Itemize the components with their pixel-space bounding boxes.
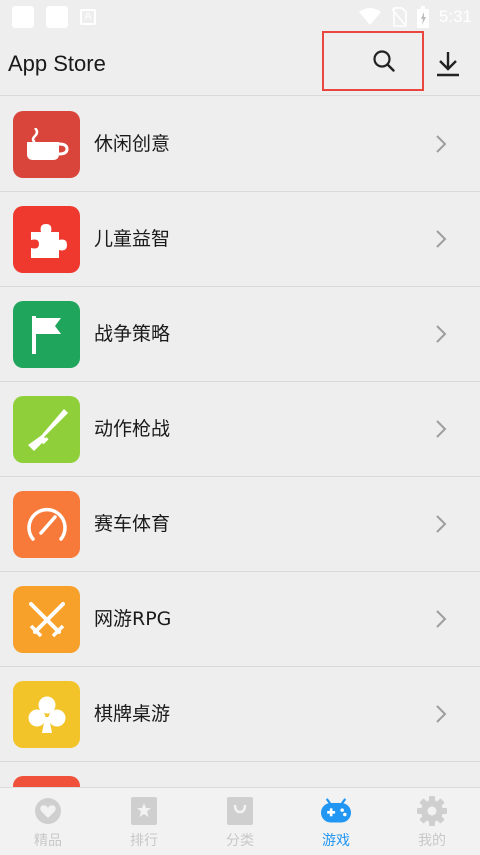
chevron-right-icon: [436, 230, 447, 248]
search-button[interactable]: [322, 31, 424, 91]
gamepad-icon: [321, 796, 351, 826]
nav-label: 排行: [130, 833, 158, 849]
status-bar: A 5:31: [0, 0, 480, 34]
ranking-icon: [129, 796, 159, 826]
category-label: 棋牌桌游: [94, 703, 171, 725]
page-title: App Store: [8, 51, 106, 76]
search-icon: [373, 50, 395, 72]
app-header: App Store: [0, 31, 480, 96]
chevron-right-icon: [436, 515, 447, 533]
puzzle-icon: [13, 206, 80, 273]
chevron-right-icon: [436, 325, 447, 343]
flag-icon: [13, 301, 80, 368]
chevron-right-icon: [436, 420, 447, 438]
category-icon: [13, 776, 80, 787]
category-label: 赛车体育: [94, 513, 171, 535]
notification-icon: [46, 6, 68, 28]
nav-tab-featured[interactable]: 精品: [0, 788, 96, 855]
notification-icon: [12, 6, 34, 28]
club-icon: [13, 681, 80, 748]
heart-icon: [33, 796, 63, 826]
notification-letter-icon: A: [80, 9, 96, 25]
chevron-right-icon: [436, 705, 447, 723]
wifi-icon: [358, 8, 381, 25]
battery-icon: [416, 6, 429, 28]
category-list: 休闲创意 儿童益智 战争策略 动作枪战 赛车体育 网游RPG 棋牌桌游: [0, 97, 480, 787]
nav-tab-ranking[interactable]: 排行: [96, 788, 192, 855]
speedometer-icon: [13, 491, 80, 558]
category-label: 网游RPG: [94, 608, 172, 630]
category-label: 动作枪战: [94, 418, 171, 440]
bag-icon: [225, 796, 255, 826]
clock: 5:31: [438, 7, 472, 26]
category-label: 战争策略: [94, 323, 171, 345]
nav-label: 我的: [418, 833, 446, 849]
chevron-right-icon: [436, 135, 447, 153]
gear-icon: [417, 796, 447, 826]
category-item-rpg[interactable]: 网游RPG: [0, 572, 480, 667]
category-item-racing[interactable]: 赛车体育: [0, 477, 480, 572]
chevron-right-icon: [436, 610, 447, 628]
nav-label: 精品: [34, 833, 62, 849]
nav-label: 游戏: [322, 833, 350, 849]
no-sim-icon: [391, 7, 407, 27]
bottom-navigation: 精品 排行 分类 游戏 我的: [0, 787, 480, 855]
category-item-strategy[interactable]: 战争策略: [0, 287, 480, 382]
category-item-kids[interactable]: 儿童益智: [0, 192, 480, 287]
category-label: 休闲创意: [94, 133, 171, 155]
nav-tab-profile[interactable]: 我的: [384, 788, 480, 855]
category-item-casual[interactable]: 休闲创意: [0, 97, 480, 192]
nav-tab-categories[interactable]: 分类: [192, 788, 288, 855]
nav-tab-games[interactable]: 游戏: [288, 788, 384, 855]
category-item-action[interactable]: 动作枪战: [0, 382, 480, 477]
download-button[interactable]: [430, 44, 466, 84]
category-item-board-games[interactable]: 棋牌桌游: [0, 667, 480, 762]
download-icon: [437, 52, 459, 77]
cup-icon: [13, 111, 80, 178]
category-item-partial[interactable]: [0, 762, 480, 787]
crossed-swords-icon: [13, 586, 80, 653]
nav-label: 分类: [226, 833, 254, 849]
rifle-icon: [13, 396, 80, 463]
category-label: 儿童益智: [94, 228, 171, 250]
